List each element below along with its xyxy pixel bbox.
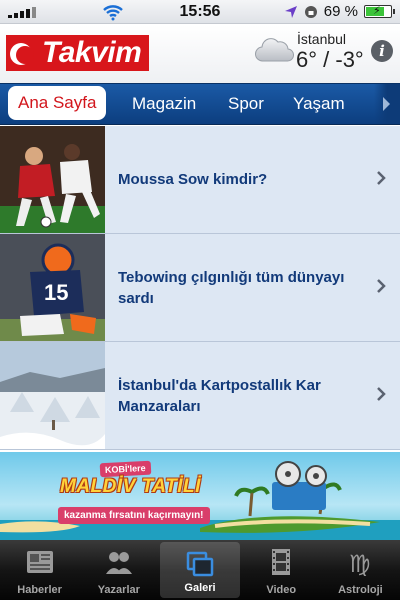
crescent-flag-icon xyxy=(6,35,40,71)
people-icon xyxy=(105,552,132,574)
chevron-right-icon xyxy=(383,97,390,111)
bottom-tab-bar: Haberler Yazarlar Galeri Video ♍ Astrolo… xyxy=(0,540,400,600)
chevron-right-icon xyxy=(377,279,386,293)
film-icon xyxy=(272,549,291,575)
list-item[interactable]: İstanbul'da Kartpostallık Kar Manzaralar… xyxy=(0,342,400,450)
banner-line-3: kazanma fırsatını kaçırmayın! xyxy=(58,507,210,524)
tab-astroloji[interactable]: ♍ Astroloji xyxy=(321,540,400,600)
takvim-logo[interactable]: Takvim xyxy=(6,35,150,71)
gallery-icon xyxy=(186,551,214,577)
article-list: Moussa Sow kimdir? 15 Tebowing çılgınlığ… xyxy=(0,126,400,450)
snow-photo xyxy=(0,342,105,449)
tab-video[interactable]: Video xyxy=(242,540,321,600)
list-item[interactable]: Moussa Sow kimdir? xyxy=(0,126,400,234)
list-item[interactable]: 15 Tebowing çılgınlığı tüm dünyayı sardı xyxy=(0,234,400,342)
info-button[interactable]: i xyxy=(371,40,393,62)
banner-line-1: KOBİ'lere xyxy=(99,460,151,478)
article-title: İstanbul'da Kartpostallık Kar Manzaralar… xyxy=(118,376,321,415)
app-header: Takvim İstanbul 6° / -3° i xyxy=(0,25,400,83)
cloud-icon xyxy=(255,38,294,62)
tab-magazin[interactable]: Magazin xyxy=(132,85,196,123)
ad-banner[interactable]: KOBİ'lere MALDİV TATİLİ kazanma fırsatın… xyxy=(0,452,400,540)
svg-text:♍: ♍ xyxy=(349,550,371,576)
zodiac-icon: ♍ xyxy=(349,550,371,576)
lock-rotation-icon xyxy=(304,5,317,18)
article-title: Tebowing çılgınlığı tüm dünyayı sardı xyxy=(118,268,345,307)
status-right-group: 69 % ⚡ xyxy=(284,3,395,20)
weather-city: İstanbul xyxy=(297,31,347,47)
tab-spor[interactable]: Spor xyxy=(228,85,264,123)
svg-text:15: 15 xyxy=(44,280,68,305)
location-arrow-icon xyxy=(284,5,297,18)
tab-label: Galeri xyxy=(184,582,216,594)
logo-text: Takvim xyxy=(40,35,150,71)
chevron-right-icon xyxy=(377,171,386,185)
banner-line-2: MALDİV TATİLİ xyxy=(60,476,201,497)
football-photo: 15 xyxy=(0,234,105,341)
battery-icon: ⚡ xyxy=(364,5,395,18)
tab-haberler[interactable]: Haberler xyxy=(0,540,79,600)
soccer-photo xyxy=(0,126,105,233)
tab-label: Haberler xyxy=(17,584,62,596)
tab-label: Yazarlar xyxy=(97,584,140,596)
nav-more-button[interactable] xyxy=(374,84,400,124)
section-tabs: Ana Sayfa Magazin Spor Yaşam xyxy=(0,83,400,125)
tab-yazarlar[interactable]: Yazarlar xyxy=(79,540,158,600)
tab-ana-sayfa[interactable]: Ana Sayfa xyxy=(8,86,107,120)
tab-label: Astroloji xyxy=(338,584,383,596)
tab-label: Video xyxy=(266,584,297,596)
status-bar: 15:56 69 % ⚡ xyxy=(0,0,400,24)
charging-bolt-icon: ⚡ xyxy=(373,5,381,17)
chevron-right-icon xyxy=(377,387,386,401)
tab-galeri[interactable]: Galeri xyxy=(160,542,240,598)
weather-temperature: 6° / -3° xyxy=(296,47,364,72)
article-title: Moussa Sow kimdir? xyxy=(118,171,268,188)
battery-percent: 69 % xyxy=(323,3,358,20)
newspaper-icon xyxy=(26,551,53,573)
tab-yasam[interactable]: Yaşam xyxy=(293,85,345,123)
